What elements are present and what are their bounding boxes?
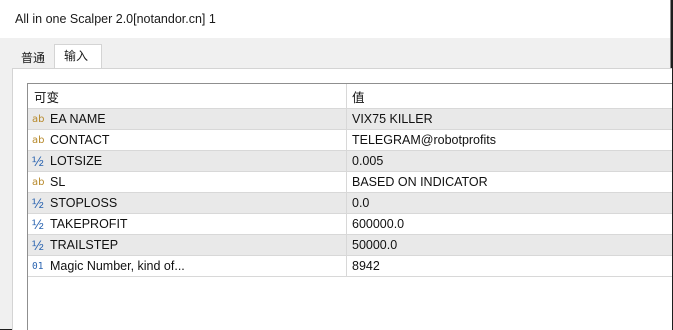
table-row[interactable]: ab EA NAME VIX75 KILLER [28, 109, 672, 130]
properties-dialog: All in one Scalper 2.0[notandor.cn] 1 普通… [0, 0, 672, 330]
table-body: ab EA NAME VIX75 KILLER ab CONTACT TELEGRAM@r… [28, 109, 672, 277]
double-type-icon: ½ [32, 195, 44, 211]
variable-cell: ½ LOTSIZE [28, 151, 347, 171]
variable-cell: ½ STOPLOSS [28, 193, 347, 213]
table-row[interactable]: ½ TRAILSTEP 50000.0 [28, 235, 672, 256]
column-header-value[interactable]: 值 [347, 84, 672, 108]
value-cell[interactable]: 8942 [347, 256, 672, 276]
variable-name: LOTSIZE [50, 154, 103, 168]
variable-cell: 01 Magic Number, kind of... [28, 256, 347, 276]
value-cell[interactable]: 0.0 [347, 193, 672, 213]
table-row[interactable]: ½ LOTSIZE 0.005 [28, 151, 672, 172]
title-bar[interactable]: All in one Scalper 2.0[notandor.cn] 1 [0, 0, 670, 38]
double-type-icon: ½ [32, 237, 44, 253]
table-row[interactable]: ½ STOPLOSS 0.0 [28, 193, 672, 214]
double-type-icon: ½ [32, 216, 44, 232]
value-cell[interactable]: 0.005 [347, 151, 672, 171]
variable-name: SL [50, 175, 66, 189]
value-cell[interactable]: BASED ON INDICATOR [347, 172, 672, 192]
value-cell[interactable]: TELEGRAM@robotprofits [347, 130, 672, 150]
variable-name: CONTACT [50, 133, 110, 147]
variable-name: STOPLOSS [50, 196, 118, 210]
value-cell[interactable]: 50000.0 [347, 235, 672, 255]
variable-cell: ab SL [28, 172, 347, 192]
value-cell[interactable]: VIX75 KILLER [347, 109, 672, 129]
window-title: All in one Scalper 2.0[notandor.cn] 1 [15, 12, 216, 26]
string-type-icon: ab [32, 176, 45, 188]
tab-common[interactable]: 普通 [12, 47, 54, 69]
variable-cell: ab CONTACT [28, 130, 347, 150]
variable-name: Magic Number, kind of... [50, 259, 185, 273]
inputs-table: 可变 值 ab EA NAME VIX75 KILLER ab CONTACT TELEG… [27, 83, 672, 330]
column-header-variable[interactable]: 可变 [28, 84, 347, 108]
variable-cell: ab EA NAME [28, 109, 347, 129]
variable-name: EA NAME [50, 112, 106, 126]
string-type-icon: ab [32, 134, 45, 146]
table-row[interactable]: ab SL BASED ON INDICATOR [28, 172, 672, 193]
tab-strip: 普通 输入 [12, 44, 103, 69]
variable-cell: ½ TRAILSTEP [28, 235, 347, 255]
variable-name: TAKEPROFIT [50, 217, 128, 231]
double-type-icon: ½ [32, 153, 44, 169]
table-row[interactable]: 01 Magic Number, kind of... 8942 [28, 256, 672, 277]
tab-panel: 可变 值 ab EA NAME VIX75 KILLER ab CONTACT TELEG… [12, 68, 672, 330]
int-type-icon: 01 [32, 260, 44, 272]
variable-cell: ½ TAKEPROFIT [28, 214, 347, 234]
table-row[interactable]: ab CONTACT TELEGRAM@robotprofits [28, 130, 672, 151]
table-row[interactable]: ½ TAKEPROFIT 600000.0 [28, 214, 672, 235]
string-type-icon: ab [32, 113, 45, 125]
variable-name: TRAILSTEP [50, 238, 119, 252]
table-header: 可变 值 [28, 84, 672, 109]
value-cell[interactable]: 600000.0 [347, 214, 672, 234]
tab-inputs[interactable]: 输入 [54, 44, 103, 69]
